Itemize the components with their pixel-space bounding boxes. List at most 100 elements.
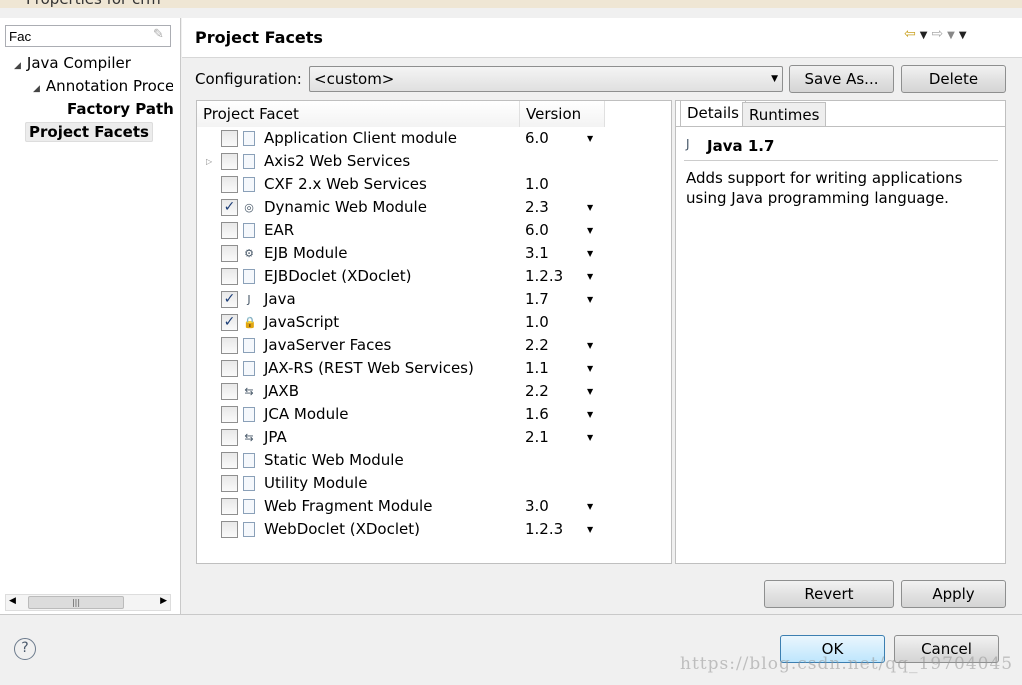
page-icon <box>243 361 255 376</box>
facet-version[interactable]: 1.0 <box>525 311 549 334</box>
table-row[interactable]: WebDoclet (XDoclet) 1.2.3 ▼ <box>197 518 671 541</box>
title-bar: Properties for crm <box>0 0 1022 8</box>
facet-version[interactable]: 2.3 <box>525 196 549 219</box>
facet-version[interactable]: 6.0 <box>525 127 549 150</box>
forward-icon[interactable]: ⇨ <box>931 26 947 42</box>
forward-menu-icon[interactable]: ▼ <box>947 30 959 41</box>
table-row[interactable]: CXF 2.x Web Services 1.0 <box>197 173 671 196</box>
facet-checkbox[interactable] <box>221 337 238 354</box>
table-row[interactable]: EJBDoclet (XDoclet) 1.2.3 ▼ <box>197 265 671 288</box>
filter-input[interactable] <box>5 25 171 47</box>
help-icon[interactable]: ? <box>14 638 36 660</box>
delete-button[interactable]: Delete <box>901 65 1006 93</box>
table-row[interactable]: JCA Module 1.6 ▼ <box>197 403 671 426</box>
facet-version[interactable]: 1.2.3 <box>525 518 563 541</box>
table-row[interactable]: ▷ Axis2 Web Services <box>197 150 671 173</box>
table-row[interactable]: ⇆ JAXB 2.2 ▼ <box>197 380 671 403</box>
facet-checkbox[interactable] <box>221 268 238 285</box>
facet-checkbox[interactable] <box>221 498 238 515</box>
facet-version[interactable]: 2.2 <box>525 380 549 403</box>
apply-button[interactable]: Apply <box>901 580 1006 608</box>
facet-checkbox[interactable] <box>221 245 238 262</box>
version-dropdown-icon[interactable]: ▼ <box>587 127 593 150</box>
table-row[interactable]: Web Fragment Module 3.0 ▼ <box>197 495 671 518</box>
configuration-select[interactable]: <custom> ▼ <box>309 66 783 92</box>
facet-version[interactable]: 3.0 <box>525 495 549 518</box>
version-dropdown-icon[interactable]: ▼ <box>587 334 593 357</box>
revert-button[interactable]: Revert <box>764 580 894 608</box>
tab-runtimes[interactable]: Runtimes <box>742 102 827 127</box>
version-dropdown-icon[interactable]: ▼ <box>587 196 593 219</box>
facet-version[interactable]: 1.6 <box>525 403 549 426</box>
version-dropdown-icon[interactable]: ▼ <box>587 357 593 380</box>
nav-history[interactable]: ⇦▼⇨▼▼ <box>904 26 971 42</box>
facet-checkbox[interactable] <box>221 222 238 239</box>
table-row[interactable]: JavaServer Faces 2.2 ▼ <box>197 334 671 357</box>
version-dropdown-icon[interactable]: ▼ <box>587 403 593 426</box>
facet-name: EJB Module <box>264 244 348 262</box>
expanded-icon: ◢ <box>14 61 21 71</box>
table-row[interactable]: JAX-RS (REST Web Services) 1.1 ▼ <box>197 357 671 380</box>
table-row[interactable]: ⚙ EJB Module 3.1 ▼ <box>197 242 671 265</box>
facet-checkbox[interactable] <box>221 130 238 147</box>
tree-item-project-facets[interactable]: Project Facets <box>25 122 153 142</box>
version-dropdown-icon[interactable]: ▼ <box>587 380 593 403</box>
version-dropdown-icon[interactable]: ▼ <box>587 242 593 265</box>
tab-details[interactable]: Details <box>680 100 747 127</box>
facet-checkbox[interactable]: ✓ <box>221 199 238 216</box>
facet-version[interactable]: 1.7 <box>525 288 549 311</box>
facet-checkbox[interactable] <box>221 429 238 446</box>
facet-checkbox[interactable] <box>221 176 238 193</box>
facet-checkbox[interactable] <box>221 406 238 423</box>
table-row[interactable]: ✓ J Java 1.7 ▼ <box>197 288 671 311</box>
tree-item-factory-path[interactable]: Factory Path <box>67 99 174 119</box>
scroll-left-icon[interactable]: ◀ <box>9 596 16 606</box>
facet-checkbox[interactable]: ✓ <box>221 291 238 308</box>
version-dropdown-icon[interactable]: ▼ <box>587 288 593 311</box>
back-icon[interactable]: ⇦ <box>904 26 920 42</box>
facet-checkbox[interactable] <box>221 153 238 170</box>
back-menu-icon[interactable]: ▼ <box>920 30 932 41</box>
facet-version[interactable]: 2.2 <box>525 334 549 357</box>
table-row[interactable]: EAR 6.0 ▼ <box>197 219 671 242</box>
facet-version[interactable]: 6.0 <box>525 219 549 242</box>
version-dropdown-icon[interactable]: ▼ <box>587 495 593 518</box>
version-dropdown-icon[interactable]: ▼ <box>587 518 593 541</box>
scroll-thumb[interactable]: ||| <box>28 596 124 609</box>
column-header-facet[interactable]: Project Facet <box>197 101 520 127</box>
facet-version[interactable]: 1.2.3 <box>525 265 563 288</box>
facet-checkbox[interactable] <box>221 383 238 400</box>
column-header-version[interactable]: Version <box>520 101 605 127</box>
version-dropdown-icon[interactable]: ▼ <box>587 265 593 288</box>
clear-filter-icon[interactable]: ✎ <box>153 27 164 42</box>
facet-checkbox[interactable] <box>221 452 238 469</box>
facet-version[interactable]: 1.1 <box>525 357 549 380</box>
tree-item-annotation-processing[interactable]: ◢ Annotation Proce <box>33 76 173 99</box>
horizontal-scrollbar[interactable]: ◀ ||| ▶ <box>5 594 171 611</box>
table-row[interactable]: ✓ 🔒 JavaScript 1.0 <box>197 311 671 334</box>
facet-checkbox[interactable] <box>221 475 238 492</box>
expand-icon[interactable]: ▷ <box>206 150 212 173</box>
version-dropdown-icon[interactable]: ▼ <box>587 219 593 242</box>
facet-checkbox[interactable] <box>221 521 238 538</box>
table-row[interactable]: Application Client module 6.0 ▼ <box>197 127 671 150</box>
facet-checkbox[interactable] <box>221 360 238 377</box>
bean-icon: ⚙ <box>244 247 254 260</box>
table-row[interactable]: ✓ ◎ Dynamic Web Module 2.3 ▼ <box>197 196 671 219</box>
facet-version[interactable]: 1.0 <box>525 173 549 196</box>
facet-name: EJBDoclet (XDoclet) <box>264 267 412 285</box>
facet-checkbox[interactable]: ✓ <box>221 314 238 331</box>
page-icon <box>243 499 255 514</box>
scroll-right-icon[interactable]: ▶ <box>160 596 167 606</box>
tree-item-java-compiler[interactable]: ◢ Java Compiler <box>14 53 131 76</box>
table-row[interactable]: Utility Module <box>197 472 671 495</box>
facet-version[interactable]: 3.1 <box>525 242 549 265</box>
page-icon <box>243 338 255 353</box>
table-row[interactable]: ⇆ JPA 2.1 ▼ <box>197 426 671 449</box>
facet-version[interactable]: 2.1 <box>525 426 549 449</box>
page-icon <box>243 131 255 146</box>
version-dropdown-icon[interactable]: ▼ <box>587 426 593 449</box>
view-menu-icon[interactable]: ▼ <box>959 30 971 41</box>
save-as-button[interactable]: Save As... <box>789 65 894 93</box>
table-row[interactable]: Static Web Module <box>197 449 671 472</box>
